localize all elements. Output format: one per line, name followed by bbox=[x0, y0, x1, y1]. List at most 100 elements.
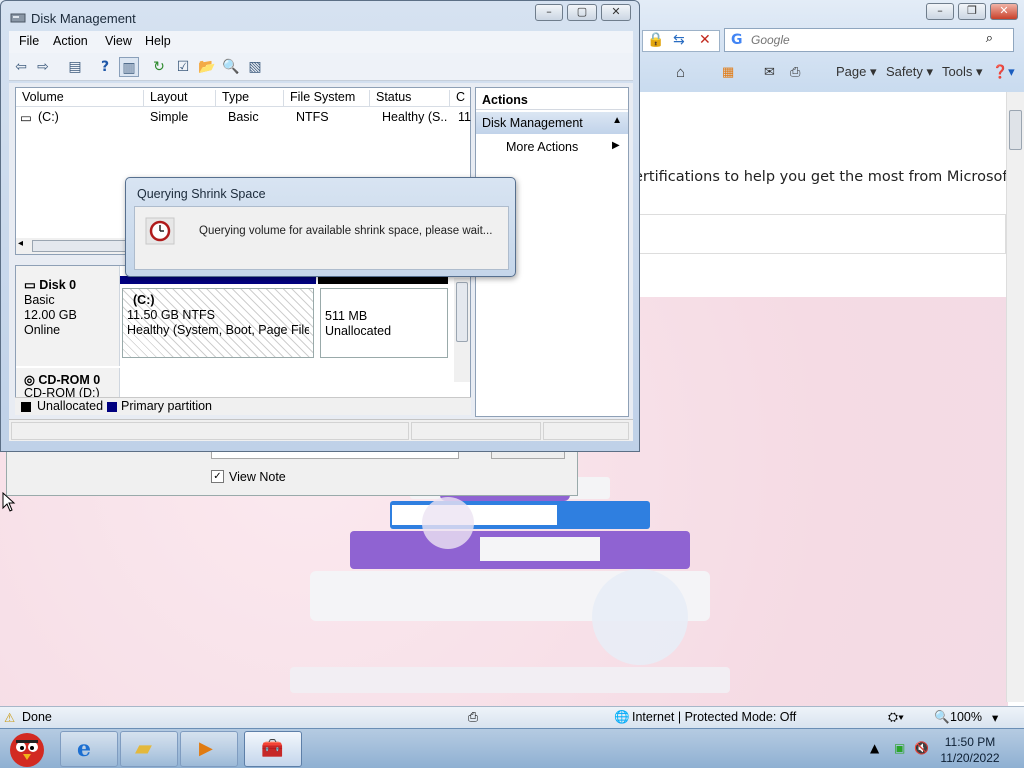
menu-view[interactable]: View bbox=[105, 34, 132, 48]
network-icon[interactable]: ▣ bbox=[894, 741, 905, 755]
ie-close-button[interactable]: ✕ bbox=[990, 3, 1018, 20]
home-icon[interactable]: ⌂ bbox=[676, 64, 685, 81]
refresh-icon[interactable]: ↻ bbox=[149, 57, 169, 77]
volume-list-horizontal-scrollbar[interactable]: ◂ bbox=[16, 238, 136, 254]
zoom-level[interactable]: 100% bbox=[950, 710, 982, 724]
cdrom-icon: ◎ bbox=[24, 373, 35, 387]
ie-restore-button[interactable]: ❐ bbox=[958, 3, 986, 20]
protected-mode-icon[interactable]: ⛭▾ bbox=[888, 710, 904, 725]
zoom-dropdown-icon[interactable]: ▾ bbox=[992, 710, 998, 725]
ie-minimize-button[interactable]: – bbox=[926, 3, 954, 20]
page-text: ertifications to help you get the most f… bbox=[634, 169, 1013, 185]
column-capacity[interactable]: C bbox=[450, 90, 470, 107]
help-icon[interactable]: ❓▾ bbox=[992, 64, 1015, 80]
show-hide-pane-icon[interactable]: ▥ bbox=[119, 57, 139, 77]
back-icon[interactable]: ⇦ bbox=[11, 57, 31, 77]
stop-icon[interactable]: ✕ bbox=[699, 32, 711, 48]
menu-help[interactable]: Help bbox=[145, 34, 171, 48]
close-button[interactable]: ✕ bbox=[601, 4, 631, 21]
mail-icon[interactable]: ✉ bbox=[764, 64, 775, 80]
safety-menu[interactable]: Safety ▾ bbox=[886, 64, 933, 80]
column-file-system[interactable]: File System bbox=[284, 90, 370, 107]
disk-0-name: Disk 0 bbox=[39, 278, 77, 292]
show-hidden-icons[interactable]: ▲ bbox=[870, 741, 879, 755]
minimize-button[interactable]: – bbox=[535, 4, 563, 21]
help-topic-icon[interactable]: ? bbox=[95, 57, 115, 77]
legend-unallocated: Unallocated bbox=[37, 399, 104, 413]
clock-date: 11/20/2022 bbox=[940, 751, 1000, 765]
scroll-left-icon[interactable]: ◂ bbox=[18, 238, 23, 249]
collapse-icon[interactable]: ▲ bbox=[612, 115, 622, 126]
primary-partition-bar bbox=[120, 276, 316, 284]
taskbar-libraries[interactable]: ▰ bbox=[120, 731, 178, 767]
querying-shrink-dialog: Querying Shrink Space Querying volume fo… bbox=[125, 177, 516, 277]
disk-icon: ▭ bbox=[24, 278, 36, 292]
partition-c-size: 11.50 GB NTFS bbox=[127, 308, 215, 322]
feeds-icon[interactable]: ▦ bbox=[722, 64, 734, 80]
print-icon[interactable]: ⎙ bbox=[790, 64, 800, 80]
disk-management-icon bbox=[10, 13, 26, 23]
start-button-icon[interactable] bbox=[2, 729, 52, 769]
table-row[interactable]: ▭ (C:) Simple Basic NTFS Healthy (S... 1… bbox=[16, 109, 471, 127]
toolbox-icon: 🧰 bbox=[261, 738, 284, 759]
disk-0-label[interactable]: ▭ Disk 0 Basic 12.00 GB Online bbox=[16, 266, 120, 366]
clock-icon bbox=[145, 217, 175, 245]
partition-c[interactable]: (C:) 11.50 GB NTFS Healthy (System, Boot… bbox=[122, 288, 314, 358]
page-box bbox=[634, 214, 1006, 254]
column-layout[interactable]: Layout bbox=[144, 90, 216, 107]
view-note-checkbox[interactable]: ✓ bbox=[211, 470, 224, 483]
graphical-view-scrollbar[interactable] bbox=[454, 278, 470, 382]
open-folder-icon[interactable]: 📂 bbox=[197, 57, 217, 77]
forward-icon[interactable]: ⇨ bbox=[33, 57, 53, 77]
dialog-content: Querying volume for available shrink spa… bbox=[134, 206, 509, 270]
actions-section-label: Disk Management bbox=[482, 116, 583, 130]
volume-list-header: Volume Layout Type File System Status C bbox=[16, 88, 470, 107]
search-icon[interactable]: ⌕ bbox=[986, 31, 993, 46]
taskbar-internet-explorer[interactable]: e bbox=[60, 731, 118, 767]
dialog-title: Querying Shrink Space bbox=[137, 187, 266, 201]
scroll-thumb[interactable] bbox=[32, 240, 132, 252]
disk-0-size: 12.00 GB bbox=[24, 308, 77, 322]
scroll-thumb[interactable] bbox=[1009, 110, 1022, 150]
status-panel-2 bbox=[411, 422, 541, 440]
search-input[interactable] bbox=[749, 32, 979, 48]
ie-status-bar: ⚠ Done ⎙ 🌐 Internet | Protected Mode: Of… bbox=[0, 706, 1024, 728]
partition-unallocated[interactable]: 511 MB Unallocated bbox=[320, 288, 448, 358]
page-menu[interactable]: Page ▾ bbox=[836, 64, 877, 80]
view-note-label: View Note bbox=[229, 470, 286, 484]
cell-capacity: 11 bbox=[458, 110, 471, 124]
ie-vertical-scrollbar[interactable] bbox=[1006, 92, 1024, 702]
scroll-thumb[interactable] bbox=[456, 282, 468, 342]
properties-sheet-icon[interactable]: ▧ bbox=[245, 57, 265, 77]
more-actions-item[interactable]: More Actions ▶ bbox=[506, 140, 620, 154]
ie-address-bar-icons: 🔒 ⇆ ✕ bbox=[642, 30, 720, 52]
disk-0-kind: Basic bbox=[24, 293, 55, 307]
legend: Unallocated Primary partition bbox=[15, 397, 471, 415]
cell-file-system: NTFS bbox=[296, 110, 329, 124]
properties-icon[interactable]: ☑ bbox=[173, 57, 193, 77]
up-level-icon[interactable]: ▤ bbox=[65, 57, 85, 77]
status-text: Done bbox=[22, 710, 52, 724]
status-bar bbox=[9, 419, 633, 441]
column-volume[interactable]: Volume bbox=[16, 90, 144, 107]
column-type[interactable]: Type bbox=[216, 90, 284, 107]
zoom-icon[interactable]: 🔍 bbox=[934, 710, 950, 725]
menu-action[interactable]: Action bbox=[53, 34, 88, 48]
actions-section-disk-management[interactable]: Disk Management ▲ bbox=[476, 112, 628, 134]
refresh-icon[interactable]: ⇆ bbox=[673, 32, 685, 48]
maximize-button[interactable]: ▢ bbox=[567, 4, 597, 21]
search-icon[interactable]: 🔍 bbox=[221, 57, 241, 77]
menu-bar: File Action View Help bbox=[9, 31, 633, 53]
lock-icon[interactable]: 🔒 bbox=[647, 32, 664, 48]
system-clock[interactable]: 11:50 PM 11/20/2022 bbox=[920, 734, 1020, 766]
mouse-cursor-icon bbox=[2, 492, 16, 512]
column-status[interactable]: Status bbox=[370, 90, 450, 107]
zone-text: Internet | Protected Mode: Off bbox=[632, 710, 797, 724]
ie-search-box[interactable]: G ⌕ bbox=[724, 28, 1014, 52]
tools-menu[interactable]: Tools ▾ bbox=[942, 64, 983, 80]
cell-layout: Simple bbox=[150, 110, 189, 124]
taskbar-computer-management[interactable]: 🧰 bbox=[244, 731, 302, 767]
more-actions-label: More Actions bbox=[506, 140, 579, 154]
taskbar-media-player[interactable]: ▶ bbox=[180, 731, 238, 767]
menu-file[interactable]: File bbox=[19, 34, 39, 48]
